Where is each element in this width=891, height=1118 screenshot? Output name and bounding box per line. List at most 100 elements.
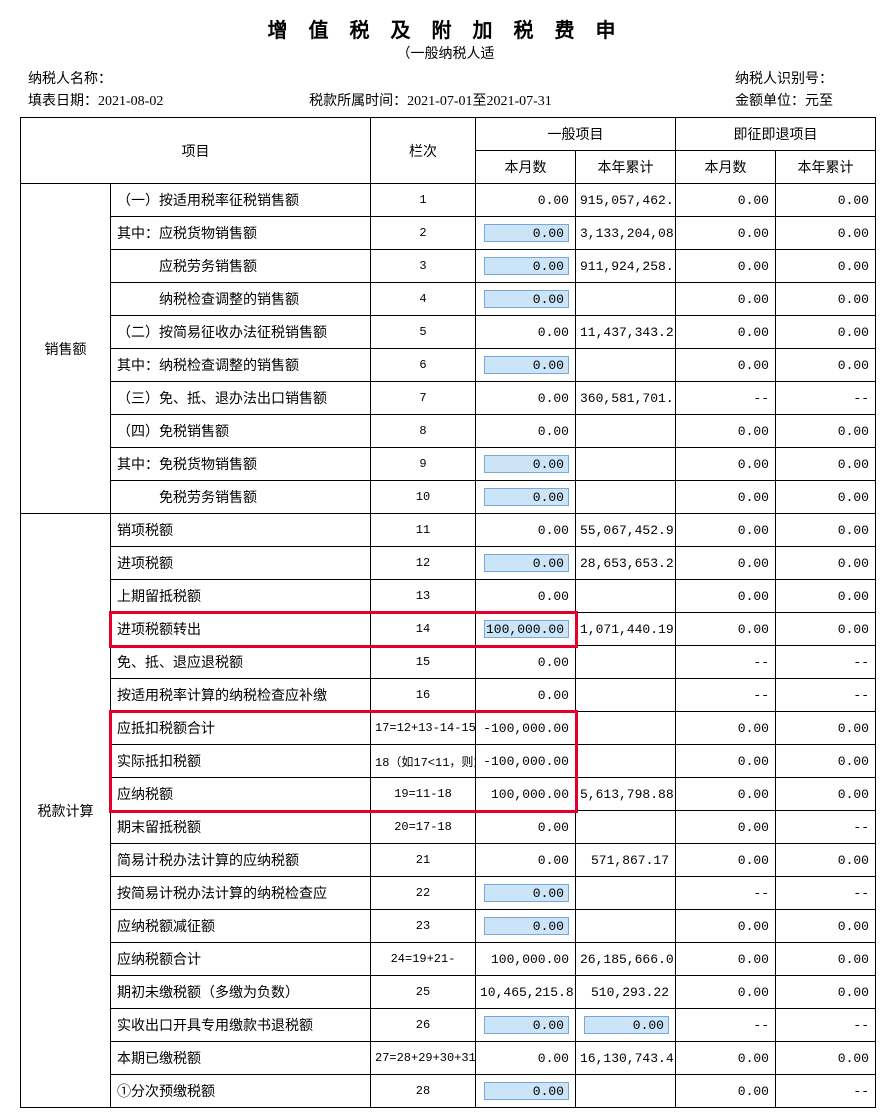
row-col-index: 19=11-18 bbox=[371, 778, 476, 811]
table-row: 其中：应税货物销售额20.003,133,204,080.000.00 bbox=[21, 217, 876, 250]
row-label: 其中：纳税检查调整的销售额 bbox=[111, 349, 371, 382]
cell-month-general[interactable]: 0.00 bbox=[476, 316, 576, 349]
cell-month-general[interactable]: 0.00 bbox=[476, 580, 576, 613]
cell-month-refund: -- bbox=[676, 382, 776, 415]
cell-year-refund: 0.00 bbox=[776, 943, 876, 976]
cell-month-general[interactable]: 10,465,215.8 bbox=[476, 976, 576, 1009]
cell-month-general[interactable]: 0.00 bbox=[476, 283, 576, 316]
cell-month-general-input[interactable]: 0.00 bbox=[484, 1082, 569, 1100]
cell-month-general[interactable]: 100,000.00 bbox=[476, 943, 576, 976]
table-row: 实际抵扣税额18（如17<11，则为17，否则-100,000.000.000.… bbox=[21, 745, 876, 778]
fill-date: 填表日期：2021-08-02 bbox=[28, 91, 296, 113]
cell-year-general bbox=[576, 910, 676, 943]
row-label: 实际抵扣税额 bbox=[111, 745, 371, 778]
cell-year-general: 11,437,343.2 bbox=[576, 316, 676, 349]
cell-month-general[interactable]: 0.00 bbox=[476, 250, 576, 283]
cell-month-general-input[interactable]: 0.00 bbox=[484, 455, 569, 473]
cell-month-general[interactable]: 0.00 bbox=[476, 1009, 576, 1042]
cell-month-general-input[interactable]: 0.00 bbox=[484, 1016, 569, 1034]
cell-year-general: 26,185,666.0 bbox=[576, 943, 676, 976]
cell-year-general bbox=[576, 283, 676, 316]
cell-year-general bbox=[576, 679, 676, 712]
table-row: 纳税检查调整的销售额40.000.000.00 bbox=[21, 283, 876, 316]
row-col-index: 11 bbox=[371, 514, 476, 547]
cell-month-general[interactable]: 0.00 bbox=[476, 514, 576, 547]
cell-month-general-input[interactable]: 100,000.00 bbox=[484, 620, 569, 638]
cell-year-general[interactable]: 0.00 bbox=[576, 1009, 676, 1042]
cell-year-general: 360,581,701. bbox=[576, 382, 676, 415]
row-col-index: 15 bbox=[371, 646, 476, 679]
cell-year-refund: 0.00 bbox=[776, 580, 876, 613]
cell-month-general[interactable]: 100,000.00 bbox=[476, 778, 576, 811]
cell-month-general[interactable]: 0.00 bbox=[476, 481, 576, 514]
cell-month-general[interactable]: 0.00 bbox=[476, 1042, 576, 1075]
cell-month-general[interactable]: 0.00 bbox=[476, 349, 576, 382]
row-col-index: 9 bbox=[371, 448, 476, 481]
row-label: 其中：应税货物销售额 bbox=[111, 217, 371, 250]
cell-month-general[interactable]: 0.00 bbox=[476, 910, 576, 943]
cell-month-general[interactable]: 0.00 bbox=[476, 415, 576, 448]
row-col-index: 3 bbox=[371, 250, 476, 283]
cell-month-general-input[interactable]: 0.00 bbox=[484, 290, 569, 308]
cell-year-general bbox=[576, 877, 676, 910]
cell-year-refund: 0.00 bbox=[776, 250, 876, 283]
row-label: 应抵扣税额合计 bbox=[111, 712, 371, 745]
row-col-index: 4 bbox=[371, 283, 476, 316]
section-label: 销售额 bbox=[21, 184, 111, 514]
cell-year-general bbox=[576, 481, 676, 514]
cell-year-general-input[interactable]: 0.00 bbox=[584, 1016, 669, 1034]
table-row: （三）免、抵、退办法出口销售额70.00360,581,701.---- bbox=[21, 382, 876, 415]
row-label: 期初未缴税额（多缴为负数） bbox=[111, 976, 371, 1009]
cell-year-general bbox=[576, 349, 676, 382]
cell-year-refund: -- bbox=[776, 382, 876, 415]
cell-month-general-input[interactable]: 0.00 bbox=[484, 224, 569, 242]
tax-period: 税款所属时间：2021-07-01至2021-07-31 bbox=[296, 91, 564, 113]
cell-month-refund: -- bbox=[676, 679, 776, 712]
row-col-index: 26 bbox=[371, 1009, 476, 1042]
cell-month-refund: 0.00 bbox=[676, 778, 776, 811]
cell-year-refund: 0.00 bbox=[776, 547, 876, 580]
cell-month-general[interactable]: 100,000.00 bbox=[476, 613, 576, 646]
row-label: 应纳税额合计 bbox=[111, 943, 371, 976]
amount-unit: 金额单位：元至 bbox=[565, 91, 863, 113]
cell-month-general[interactable]: 0.00 bbox=[476, 877, 576, 910]
row-label: （二）按简易征收办法征税销售额 bbox=[111, 316, 371, 349]
row-label: 进项税额转出 bbox=[111, 613, 371, 646]
row-label: 实收出口开具专用缴款书退税额 bbox=[111, 1009, 371, 1042]
table-row: 免税劳务销售额100.000.000.00 bbox=[21, 481, 876, 514]
cell-month-general[interactable]: 0.00 bbox=[476, 184, 576, 217]
cell-month-general[interactable]: 0.00 bbox=[476, 217, 576, 250]
cell-month-general[interactable]: 0.00 bbox=[476, 844, 576, 877]
cell-month-general[interactable]: 0.00 bbox=[476, 547, 576, 580]
row-col-index: 1 bbox=[371, 184, 476, 217]
cell-month-general[interactable]: -100,000.00 bbox=[476, 745, 576, 778]
row-label: 简易计税办法计算的应纳税额 bbox=[111, 844, 371, 877]
cell-year-refund: 0.00 bbox=[776, 613, 876, 646]
cell-month-general-input[interactable]: 0.00 bbox=[484, 554, 569, 572]
cell-month-general[interactable]: 0.00 bbox=[476, 1075, 576, 1108]
cell-month-general-input[interactable]: 0.00 bbox=[484, 488, 569, 506]
cell-month-general[interactable]: 0.00 bbox=[476, 679, 576, 712]
cell-month-general[interactable]: 0.00 bbox=[476, 448, 576, 481]
row-col-index: 25 bbox=[371, 976, 476, 1009]
cell-month-general[interactable]: 0.00 bbox=[476, 811, 576, 844]
cell-month-general-input[interactable]: 0.00 bbox=[484, 884, 569, 902]
cell-year-general: 1,071,440.19 bbox=[576, 613, 676, 646]
cell-year-general bbox=[576, 811, 676, 844]
cell-month-general-input[interactable]: 0.00 bbox=[484, 257, 569, 275]
cell-month-refund: 0.00 bbox=[676, 1075, 776, 1108]
cell-month-general[interactable]: 0.00 bbox=[476, 646, 576, 679]
cell-month-general-input[interactable]: 0.00 bbox=[484, 356, 569, 374]
cell-month-refund: 0.00 bbox=[676, 448, 776, 481]
row-col-index: 17=12+13-14-15+16 bbox=[371, 712, 476, 745]
cell-month-general-input[interactable]: 0.00 bbox=[484, 917, 569, 935]
head-group-general: 一般项目 bbox=[476, 118, 676, 151]
table-row: 简易计税办法计算的应纳税额210.00571,867.170.000.00 bbox=[21, 844, 876, 877]
cell-month-general[interactable]: -100,000.00 bbox=[476, 712, 576, 745]
cell-month-general[interactable]: 0.00 bbox=[476, 382, 576, 415]
table-row: （四）免税销售额80.000.000.00 bbox=[21, 415, 876, 448]
cell-year-refund: 0.00 bbox=[776, 1042, 876, 1075]
table-row: 其中：免税货物销售额90.000.000.00 bbox=[21, 448, 876, 481]
cell-year-refund: 0.00 bbox=[776, 778, 876, 811]
row-col-index: 18（如17<11，则为17，否则 bbox=[371, 745, 476, 778]
